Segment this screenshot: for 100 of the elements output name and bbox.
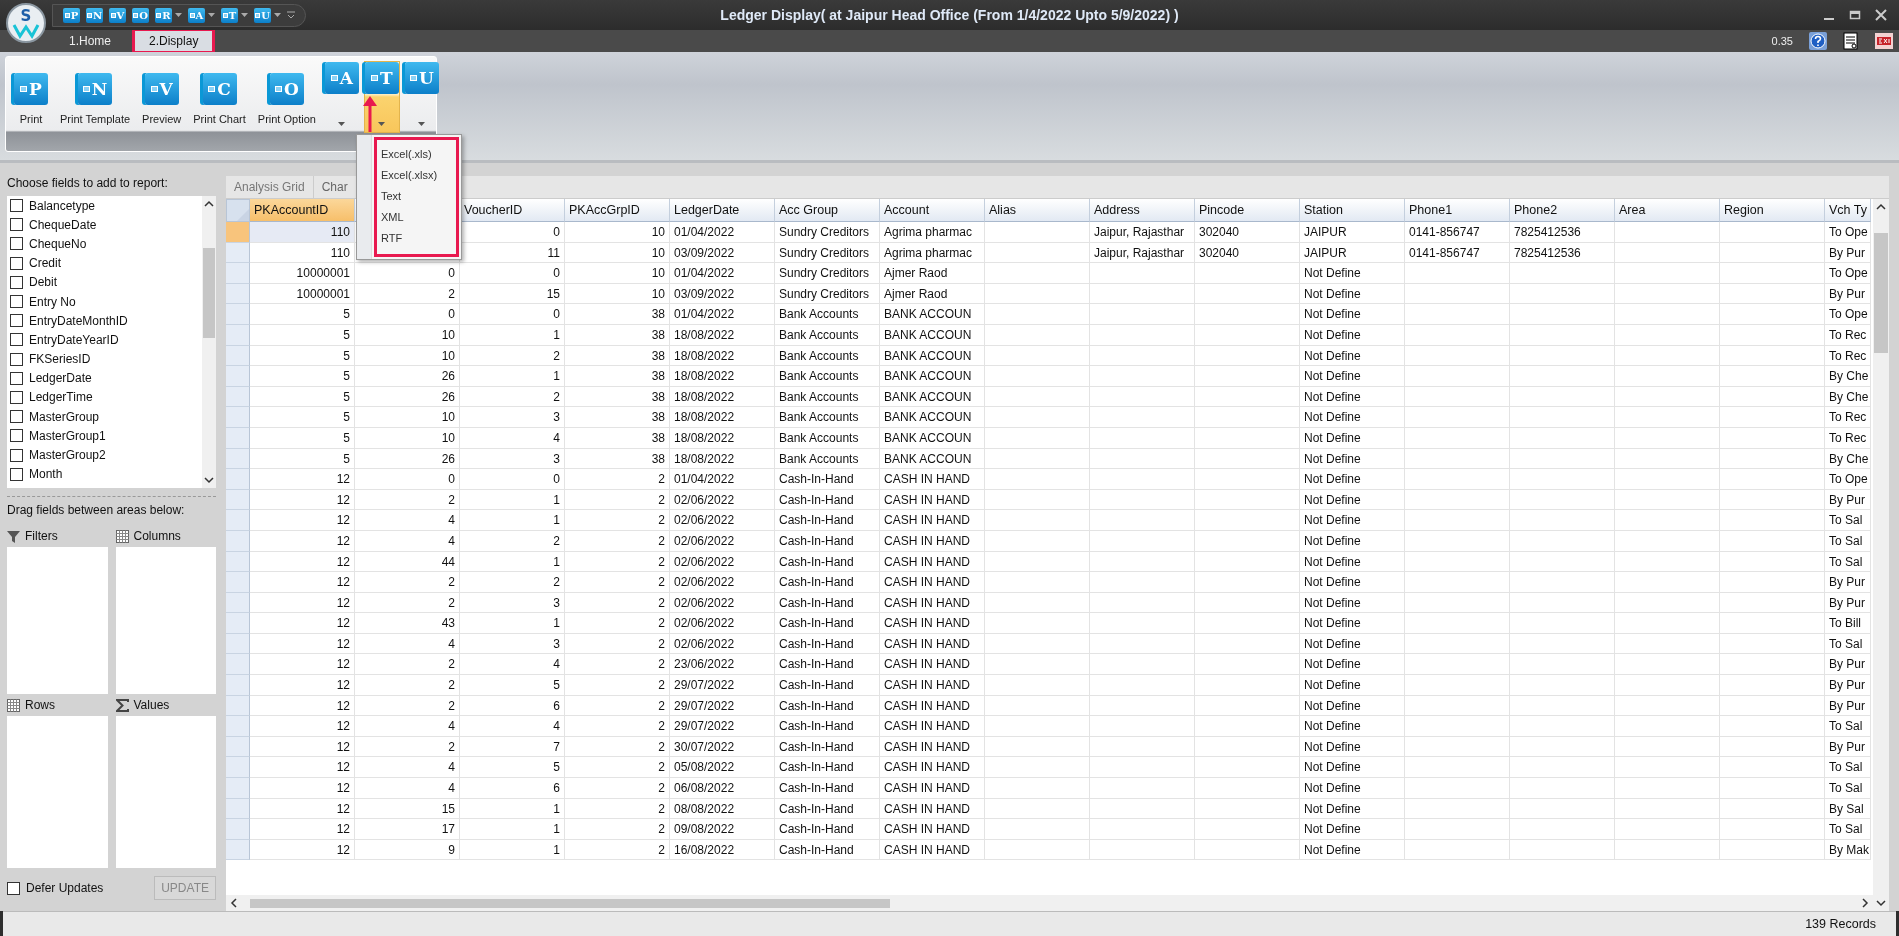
row-header[interactable] xyxy=(226,366,250,387)
checkbox[interactable] xyxy=(10,314,23,328)
row-header[interactable] xyxy=(226,283,250,305)
scroll-up-icon[interactable] xyxy=(1876,203,1886,211)
field-label[interactable]: MasterGroup1 xyxy=(29,428,106,443)
ribbon-button[interactable]: P Print xyxy=(10,61,52,125)
column-header[interactable]: VoucherID xyxy=(460,199,565,222)
ribbon-button[interactable]: C Print Chart xyxy=(189,61,250,125)
menu-item[interactable]: XML xyxy=(377,206,456,227)
ribbon-button[interactable]: V Preview xyxy=(138,61,186,125)
help-icon[interactable] xyxy=(1809,32,1827,50)
row-header[interactable] xyxy=(226,489,250,511)
row-header[interactable] xyxy=(226,798,250,820)
column-header[interactable]: Alias xyxy=(985,199,1090,222)
checkbox[interactable] xyxy=(10,410,23,424)
row-header[interactable] xyxy=(226,448,250,470)
scroll-left-icon[interactable] xyxy=(230,898,238,908)
checkbox[interactable] xyxy=(10,429,23,443)
scroll-right-icon[interactable] xyxy=(1861,898,1869,908)
field-label[interactable]: Month xyxy=(29,467,63,482)
row-header[interactable] xyxy=(226,757,250,779)
scrollbar-thumb[interactable] xyxy=(250,899,890,908)
ribbon-button[interactable]: O Print Option xyxy=(253,61,320,125)
field-label[interactable]: LedgerDate xyxy=(29,371,92,386)
row-header[interactable] xyxy=(226,324,250,346)
close-icon[interactable] xyxy=(1875,9,1887,21)
drop-area[interactable] xyxy=(7,716,108,868)
row-header[interactable] xyxy=(226,427,250,449)
field-label[interactable]: FKSeriesID xyxy=(29,352,91,367)
row-header[interactable] xyxy=(226,654,250,676)
document-icon[interactable] xyxy=(1843,32,1859,50)
row-header[interactable] xyxy=(226,695,250,717)
row-header[interactable] xyxy=(226,716,250,737)
column-header[interactable]: Address xyxy=(1090,199,1195,222)
checkbox[interactable] xyxy=(10,390,23,404)
ribbon-button[interactable]: N Print Template xyxy=(56,61,135,125)
scroll-down-icon[interactable] xyxy=(1876,899,1886,907)
column-header[interactable]: LedgerDate xyxy=(670,199,775,222)
checkbox-label[interactable]: Defer Updates xyxy=(26,881,104,895)
menu-item[interactable]: Excel(.xlsx) xyxy=(377,164,456,185)
field-label[interactable]: MasterGroup2 xyxy=(29,448,106,463)
maximize-icon[interactable] xyxy=(1849,9,1861,21)
menu-item[interactable]: Text xyxy=(377,185,456,206)
ribbon-tab[interactable]: 2.Display xyxy=(135,31,213,51)
column-header[interactable]: PKAccountID xyxy=(250,199,355,222)
column-header[interactable]: Acc Group xyxy=(775,199,880,222)
row-header[interactable] xyxy=(226,222,250,243)
column-header[interactable]: Phone2 xyxy=(1510,199,1615,222)
customize-icon[interactable] xyxy=(287,11,295,19)
drop-area[interactable] xyxy=(7,547,108,694)
row-header[interactable] xyxy=(226,304,250,325)
field-label[interactable]: MasterGroup xyxy=(29,409,100,424)
field-label[interactable]: ChequeDate xyxy=(29,217,97,232)
field-label[interactable]: Debit xyxy=(29,275,57,290)
row-header[interactable] xyxy=(226,530,250,552)
field-label[interactable]: Credit xyxy=(29,256,61,271)
checkbox[interactable] xyxy=(10,371,23,385)
field-label[interactable]: ChequeNo xyxy=(29,236,87,251)
column-header[interactable]: PKAccGrpID xyxy=(565,199,670,222)
row-header[interactable] xyxy=(226,736,250,758)
scrollbar-thumb[interactable] xyxy=(1874,233,1888,353)
checkbox[interactable] xyxy=(10,275,23,289)
field-label[interactable]: Balancetype xyxy=(29,198,96,213)
checkbox[interactable] xyxy=(7,881,20,895)
column-header[interactable]: Area xyxy=(1615,199,1720,222)
field-label[interactable]: EntryDateYearID xyxy=(29,332,119,347)
scrollbar-thumb[interactable] xyxy=(203,248,215,338)
row-header[interactable] xyxy=(226,613,250,634)
row-header[interactable] xyxy=(226,345,250,367)
view-tab[interactable]: Char xyxy=(313,176,357,198)
row-header[interactable] xyxy=(226,551,250,573)
checkbox[interactable] xyxy=(10,199,23,213)
field-label[interactable]: LedgerTime xyxy=(29,390,93,405)
row-header[interactable] xyxy=(226,263,250,284)
column-header[interactable]: Station xyxy=(1300,199,1405,222)
checkbox[interactable] xyxy=(10,256,23,270)
checkbox[interactable] xyxy=(10,333,23,347)
checkbox[interactable] xyxy=(10,352,23,366)
view-tab[interactable]: Analysis Grid xyxy=(226,176,314,198)
scroll-down-icon[interactable] xyxy=(204,476,214,484)
column-header[interactable]: Account xyxy=(880,199,985,222)
checkbox[interactable] xyxy=(10,237,23,251)
row-header[interactable] xyxy=(226,592,250,614)
select-all-corner-icon[interactable] xyxy=(237,209,249,221)
row-header[interactable] xyxy=(226,675,250,696)
scroll-up-icon[interactable] xyxy=(204,200,214,208)
column-header[interactable]: Pincode xyxy=(1195,199,1300,222)
row-header[interactable] xyxy=(226,510,250,531)
row-header[interactable] xyxy=(226,386,250,408)
column-header[interactable]: Phone1 xyxy=(1405,199,1510,222)
row-header[interactable] xyxy=(226,633,250,655)
row-header[interactable] xyxy=(226,839,250,861)
drop-area[interactable] xyxy=(115,716,216,868)
drop-area[interactable] xyxy=(115,547,216,694)
checkbox[interactable] xyxy=(10,218,23,232)
row-header[interactable] xyxy=(226,572,250,593)
row-header[interactable] xyxy=(226,242,250,264)
checkbox[interactable] xyxy=(10,467,23,481)
field-label[interactable]: Entry No xyxy=(29,294,76,309)
row-header[interactable] xyxy=(226,407,250,428)
